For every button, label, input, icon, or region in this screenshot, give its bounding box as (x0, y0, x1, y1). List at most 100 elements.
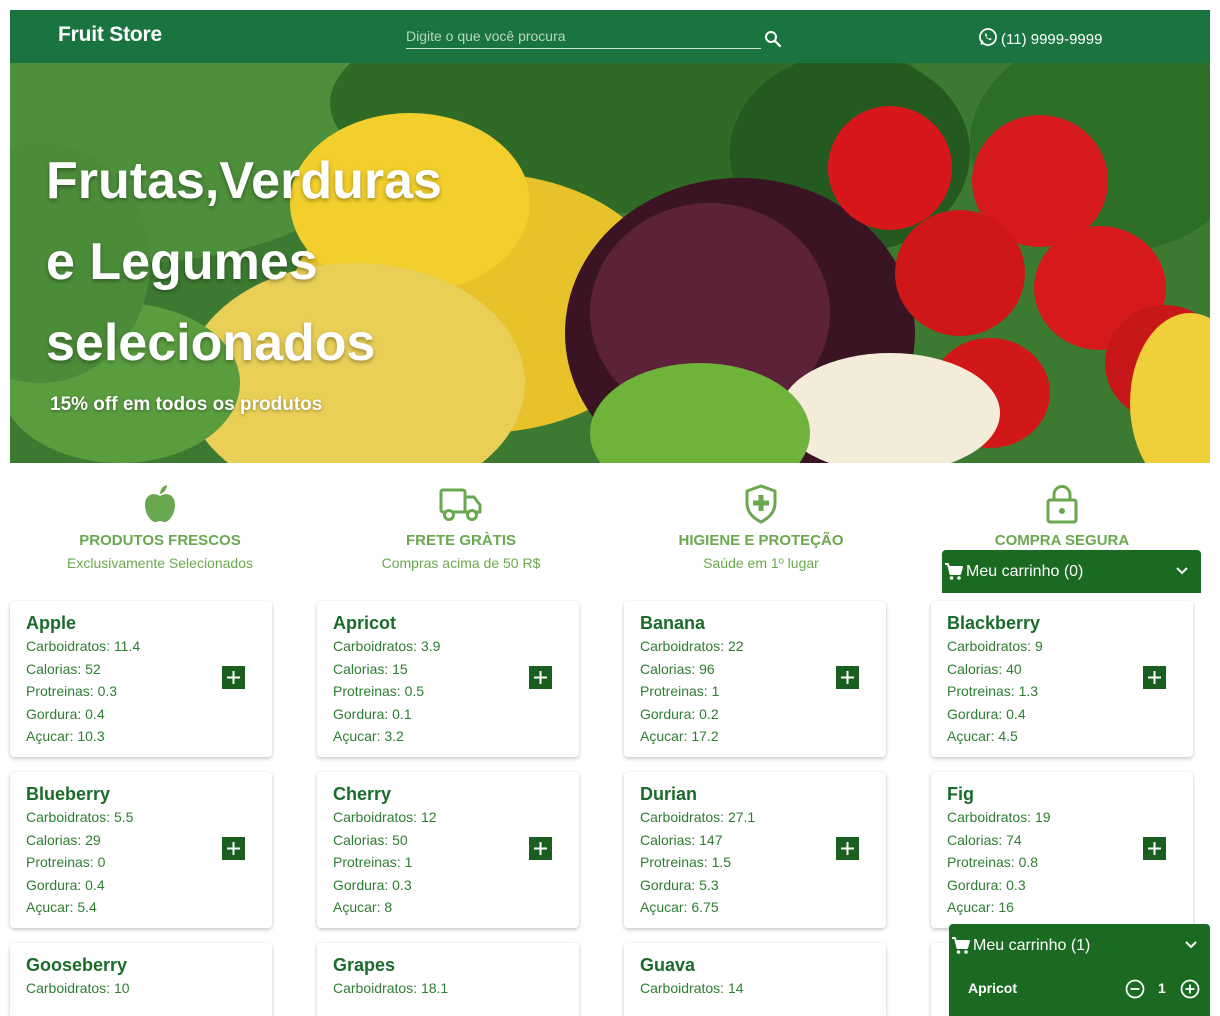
product-fat: Gordura: 0.3 (947, 877, 1026, 893)
product-protein: Protreinas: 1.3 (947, 683, 1039, 699)
feature-subtitle: Compras acima de 50 R$ (381, 555, 541, 571)
truck-icon (439, 488, 482, 521)
hero-title: Frutas,Verduras e Legumes selecionados (46, 141, 516, 384)
product-carbs: Carboidratos: 19 (947, 809, 1051, 825)
product-name: Durian (640, 784, 698, 804)
add-to-cart-button[interactable] (529, 666, 552, 689)
product-sugar: Açucar: 4.5 (947, 728, 1018, 744)
product-calories: Calorias: 147 (640, 832, 723, 848)
product-calories: Calorias: 74 (947, 832, 1022, 848)
plus-icon (534, 671, 547, 684)
product-calories: Calorias: 15 (333, 661, 408, 677)
product-fat: Gordura: 0.4 (947, 706, 1026, 722)
plus-icon (227, 842, 240, 855)
product-carbs: Carboidratos: 14 (640, 980, 744, 996)
hero-title-line: selecionados (46, 314, 376, 372)
phone-number: (11) 9999-9999 (1001, 30, 1103, 48)
plus-icon (227, 671, 240, 684)
product-carbs: Carboidratos: 12 (333, 809, 437, 825)
product-carbs: Carboidratos: 3.9 (333, 638, 441, 654)
plus-circle-icon[interactable] (1180, 979, 1200, 999)
product-sugar: Açucar: 10.3 (26, 728, 105, 744)
apple-icon (145, 485, 175, 523)
search-input[interactable] (406, 26, 761, 46)
product-carbs: Carboidratos: 10 (26, 980, 130, 996)
product-sugar: Açucar: 5.4 (26, 899, 97, 915)
cart-item-name: Apricot (968, 980, 1017, 996)
add-to-cart-button[interactable] (1143, 666, 1166, 689)
product-card-guava: Guava Carboidratos: 14 (624, 943, 886, 1016)
product-card-blackberry: Blackberry Carboidratos: 9 Calorias: 40 … (931, 601, 1193, 757)
product-carbs: Carboidratos: 5.5 (26, 809, 134, 825)
hero-title-line: Frutas,Verduras (46, 152, 442, 210)
product-name: Apple (26, 613, 77, 633)
product-card-cherry: Cherry Carboidratos: 12 Calorias: 50 Pro… (317, 772, 579, 928)
cart-toggle-empty[interactable]: Meu carrinho (0) (942, 550, 1201, 593)
feature-subtitle: Saúde em 1º lugar (703, 555, 819, 571)
chevron-down-icon[interactable] (1184, 938, 1198, 952)
product-card-gooseberry: Gooseberry Carboidratos: 10 (10, 943, 272, 1016)
product-calories: Calorias: 96 (640, 661, 715, 677)
product-name: Apricot (333, 613, 396, 633)
product-fat: Gordura: 0.4 (26, 877, 105, 893)
product-protein: Protreinas: 1.5 (640, 854, 732, 870)
product-card-apple: Apple Carboidratos: 11.4 Calorias: 52 Pr… (10, 601, 272, 757)
cart-label: Meu carrinho (1) (973, 936, 1091, 954)
add-to-cart-button[interactable] (222, 837, 245, 860)
product-sugar: Açucar: 17.2 (640, 728, 719, 744)
cart-header: Meu carrinho (0) (942, 550, 1201, 593)
product-protein: Protreinas: 0.3 (26, 683, 118, 699)
product-fat: Gordura: 0.2 (640, 706, 719, 722)
cart-header[interactable]: Meu carrinho (1) (949, 924, 1210, 967)
product-name: Blackberry (947, 613, 1041, 633)
feature-secure-purchase: COMPRA SEGURA (912, 484, 1212, 555)
feature-title: COMPRA SEGURA (994, 532, 1130, 549)
minus-circle-icon[interactable] (1125, 979, 1145, 999)
add-to-cart-button[interactable] (1143, 837, 1166, 860)
plus-icon (841, 842, 854, 855)
cart-icon (952, 936, 970, 954)
add-to-cart-button[interactable] (836, 837, 859, 860)
product-protein: Protreinas: 1 (333, 854, 413, 870)
hero-subtitle: 15% off em todos os produtos (50, 394, 323, 415)
product-calories: Calorias: 50 (333, 832, 408, 848)
product-fat: Gordura: 0.4 (26, 706, 105, 722)
feature-hygiene: HIGIENE E PROTEÇÃO Saúde em 1º lugar (611, 484, 911, 571)
hero-title-line: e Legumes (46, 233, 318, 291)
product-sugar: Açucar: 3.2 (333, 728, 404, 744)
add-to-cart-button[interactable] (222, 666, 245, 689)
product-card-fig: Fig Carboidratos: 19 Calorias: 74 Protre… (931, 772, 1193, 928)
product-name: Grapes (333, 955, 396, 975)
product-carbs: Carboidratos: 22 (640, 638, 744, 654)
product-fat: Gordura: 0.3 (333, 877, 412, 893)
cart-item-quantity: 1 (1158, 980, 1166, 996)
product-calories: Calorias: 29 (26, 832, 101, 848)
product-carbs: Carboidratos: 18.1 (333, 980, 449, 996)
whatsapp-icon (978, 27, 998, 51)
product-card-durian: Durian Carboidratos: 27.1 Calorias: 147 … (624, 772, 886, 928)
product-name: Cherry (333, 784, 392, 804)
plus-icon (841, 671, 854, 684)
product-sugar: Açucar: 8 (333, 899, 393, 915)
feature-title: PRODUTOS FRESCOS (79, 532, 241, 549)
cart-icon (945, 562, 963, 580)
product-carbs: Carboidratos: 9 (947, 638, 1043, 654)
product-fat: Gordura: 5.3 (640, 877, 719, 893)
phone-contact[interactable]: (11) 9999-9999 (978, 27, 1102, 51)
top-header: Fruit Store (11) 9999-9999 (10, 10, 1210, 63)
cart-label: Meu carrinho (0) (966, 562, 1084, 580)
lock-icon (1046, 484, 1078, 524)
product-name: Gooseberry (26, 955, 128, 975)
search-bar (406, 26, 761, 49)
plus-icon (1148, 671, 1161, 684)
chevron-down-icon[interactable] (1175, 564, 1189, 578)
brand-logo[interactable]: Fruit Store (58, 23, 162, 47)
shield-plus-icon (745, 484, 777, 524)
add-to-cart-button[interactable] (836, 666, 859, 689)
product-carbs: Carboidratos: 11.4 (26, 638, 141, 654)
search-icon[interactable] (764, 30, 782, 48)
product-protein: Protreinas: 0.8 (947, 854, 1039, 870)
product-name: Fig (947, 784, 974, 804)
product-card-banana: Banana Carboidratos: 22 Calorias: 96 Pro… (624, 601, 886, 757)
add-to-cart-button[interactable] (529, 837, 552, 860)
